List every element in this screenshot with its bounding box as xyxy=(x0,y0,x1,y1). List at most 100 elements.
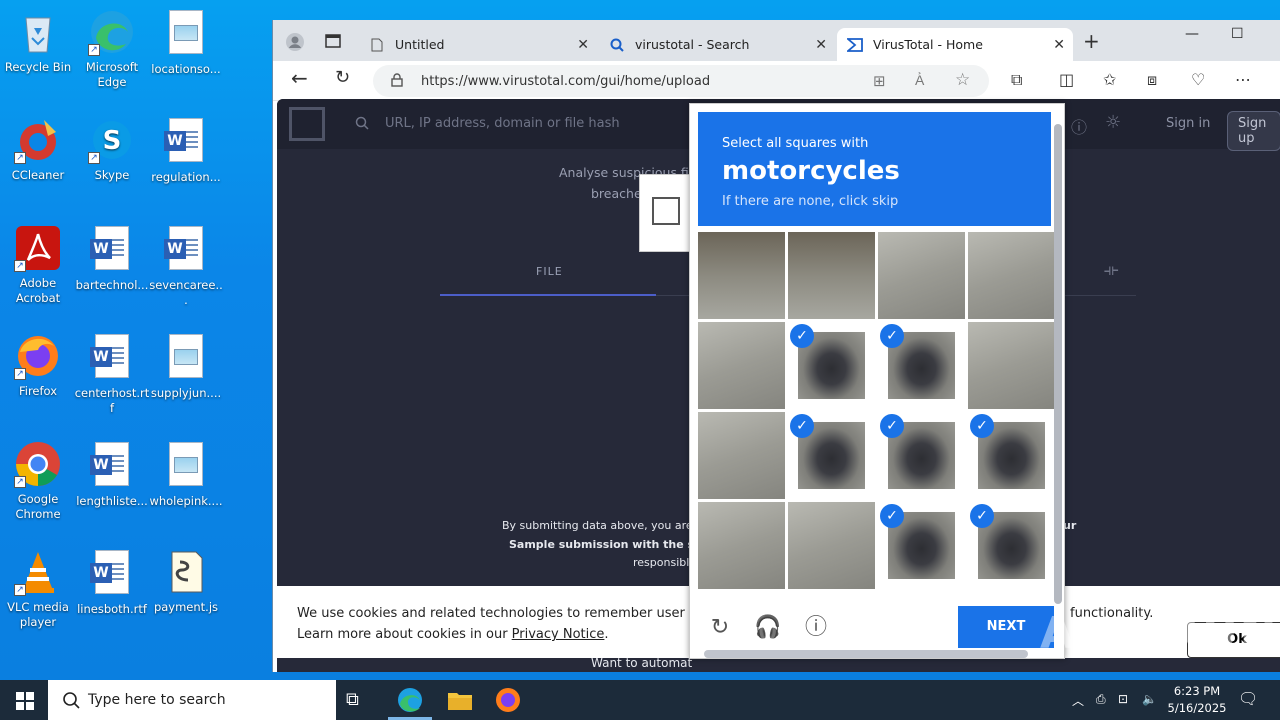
extensions-icon[interactable]: ⧉ xyxy=(1011,70,1022,90)
meet-now-icon[interactable]: ⎙ xyxy=(1096,692,1106,707)
start-button[interactable] xyxy=(0,680,48,720)
desktop-icon-adobe-acrobat[interactable]: ↗ Adobe Acrobat xyxy=(0,224,76,306)
tab-bar: Untitled ✕ virustotal - Search ✕ VirusTo… xyxy=(273,20,1280,61)
taskbar-search[interactable]: Type here to search xyxy=(48,680,336,720)
captcha-tile[interactable] xyxy=(968,232,1055,319)
captcha-horizontal-scrollbar[interactable] xyxy=(704,650,1028,658)
show-hidden-icons[interactable]: ︿ xyxy=(1072,692,1084,709)
desktop-icon-vlc[interactable]: ↗ VLC media player xyxy=(0,548,76,630)
audio-challenge-icon[interactable]: 🎧 xyxy=(754,614,782,642)
taskbar-firefox-icon[interactable] xyxy=(494,686,522,714)
volume-icon[interactable]: 🔈 xyxy=(1142,692,1157,706)
cookie-text-2: Learn more about cookies in our Privacy … xyxy=(297,627,609,642)
sign-in-link[interactable]: Sign in xyxy=(1166,116,1210,131)
taskbar-clock[interactable]: 6:23 PM 5/16/2025 xyxy=(1162,683,1232,717)
browser-essentials-icon[interactable]: ♡ xyxy=(1191,70,1205,89)
desktop-icon-lengthliste[interactable]: W lengthliste... xyxy=(74,440,150,509)
captcha-tile[interactable] xyxy=(698,232,785,319)
vt-tab-file[interactable]: FILE xyxy=(536,265,563,278)
desktop-icon-microsoft-edge[interactable]: ↗ Microsoft Edge xyxy=(74,8,150,90)
desktop-icon-label: linesboth.rtf xyxy=(77,602,147,616)
more-options-icon[interactable]: ⋯ xyxy=(1235,70,1251,89)
desktop-icon-sevencaree[interactable]: W sevencaree... xyxy=(148,224,224,308)
vt-tab-search-icon[interactable]: ⟛ xyxy=(1104,260,1119,280)
captcha-tile[interactable]: ✓ xyxy=(878,502,965,589)
desktop-icon-supplyjun[interactable]: supplyjun.... xyxy=(148,332,224,401)
desktop-icon-payment-js[interactable]: payment.js xyxy=(148,548,224,615)
help-icon[interactable]: ⓘ xyxy=(1071,114,1087,138)
taskbar-edge-icon[interactable] xyxy=(396,686,424,714)
back-icon[interactable]: ← xyxy=(291,66,308,90)
collections-icon[interactable]: ⧈ xyxy=(1147,70,1157,90)
favorites-icon[interactable]: ✩ xyxy=(1103,70,1116,89)
virustotal-logo[interactable] xyxy=(289,107,325,141)
refresh-icon[interactable]: ↻ xyxy=(335,67,350,88)
desktop-icon-regulation[interactable]: W regulation... xyxy=(148,116,224,185)
captcha-tile[interactable] xyxy=(788,232,875,319)
captcha-tile[interactable] xyxy=(788,502,875,589)
read-aloud-icon[interactable]: A͐ xyxy=(915,72,924,89)
theme-toggle-icon[interactable]: ☼ xyxy=(1105,112,1121,133)
captcha-checkbox[interactable] xyxy=(652,197,680,225)
close-tab-icon[interactable]: ✕ xyxy=(815,37,827,53)
close-tab-icon[interactable]: ✕ xyxy=(577,37,589,53)
svg-text:S: S xyxy=(103,126,122,156)
desktop-icon-bartechnol[interactable]: W bartechnol... xyxy=(74,224,150,293)
tab-virustotal-search[interactable]: virustotal - Search ✕ xyxy=(599,28,835,61)
shortcut-arrow-icon: ↗ xyxy=(88,44,100,56)
desktop-icon-firefox[interactable]: ↗ Firefox xyxy=(0,332,76,399)
captcha-vertical-scrollbar[interactable] xyxy=(1054,124,1062,604)
favorite-star-icon[interactable]: ☆ xyxy=(955,70,970,90)
file-explorer-icon[interactable] xyxy=(446,686,474,714)
captcha-tile[interactable]: ✓ xyxy=(878,322,965,409)
captcha-tile-image xyxy=(968,232,1055,319)
captcha-tile[interactable] xyxy=(698,322,785,409)
selected-check-icon: ✓ xyxy=(880,504,904,528)
desktop-icon-skype[interactable]: S ↗ Skype xyxy=(74,116,150,183)
profile-icon[interactable] xyxy=(285,32,305,56)
word-document-icon: W xyxy=(162,118,210,166)
new-tab-icon[interactable]: + xyxy=(1083,31,1100,51)
desktop-icon-google-chrome[interactable]: ↗ Google Chrome xyxy=(0,440,76,522)
captcha-tile[interactable] xyxy=(698,412,785,499)
minimize-icon[interactable]: — xyxy=(1185,26,1199,42)
maximize-icon[interactable]: ☐ xyxy=(1231,26,1244,42)
desktop-icon-wholepink[interactable]: wholepink.... xyxy=(148,440,224,509)
network-icon[interactable]: ⊡ xyxy=(1118,692,1128,706)
captcha-tile[interactable]: ✓ xyxy=(788,322,875,409)
privacy-notice-link[interactable]: Privacy Notice xyxy=(512,627,605,642)
image-file-icon xyxy=(162,10,210,58)
sign-up-button[interactable]: Sign up xyxy=(1227,111,1280,151)
desktop-icon-linesboth[interactable]: W linesboth.rtf xyxy=(74,548,150,617)
desktop-icon-ccleaner[interactable]: ↗ CCleaner xyxy=(0,116,76,183)
desktop-icon-locationso[interactable]: locationso... xyxy=(148,8,224,77)
desktop-icon-centerhost[interactable]: W centerhost.rtf xyxy=(74,332,150,416)
captcha-checkbox-widget xyxy=(639,174,695,252)
captcha-tile[interactable]: ✓ xyxy=(968,412,1055,499)
split-screen-icon[interactable]: ◫ xyxy=(1059,70,1074,89)
captcha-tile[interactable]: ✓ xyxy=(788,412,875,499)
task-view-icon[interactable]: ⧉ xyxy=(346,689,374,717)
tab-actions-icon[interactable] xyxy=(325,33,341,53)
tab-virustotal-home[interactable]: VirusTotal - Home ✕ xyxy=(837,28,1073,61)
search-icon xyxy=(62,691,80,713)
desktop-icon-recycle-bin[interactable]: Recycle Bin xyxy=(0,8,76,75)
url-field[interactable]: https://www.virustotal.com/gui/home/uplo… xyxy=(373,65,989,97)
captcha-tile[interactable] xyxy=(968,322,1055,409)
app-available-icon[interactable]: ⊞ xyxy=(873,72,886,90)
chrome-icon: ↗ xyxy=(14,440,62,488)
captcha-tile[interactable]: ✓ xyxy=(878,412,965,499)
reload-icon[interactable]: ↻ xyxy=(706,614,734,642)
close-tab-icon[interactable]: ✕ xyxy=(1053,37,1065,53)
captcha-tile[interactable] xyxy=(878,232,965,319)
desktop-icon-label: Adobe Acrobat xyxy=(15,276,61,305)
image-file-icon xyxy=(162,334,210,382)
captcha-tile[interactable]: ✓ xyxy=(968,502,1055,589)
info-icon[interactable]: ⓘ xyxy=(802,614,830,642)
tab-untitled[interactable]: Untitled ✕ xyxy=(359,28,597,61)
captcha-hint: If there are none, click skip xyxy=(722,194,899,209)
captcha-tile[interactable] xyxy=(698,502,785,589)
vt-search-input[interactable]: URL, IP address, domain or file hash xyxy=(385,116,620,131)
captcha-tile-image xyxy=(698,232,785,319)
notifications-icon[interactable]: 🗨 xyxy=(1238,689,1258,708)
